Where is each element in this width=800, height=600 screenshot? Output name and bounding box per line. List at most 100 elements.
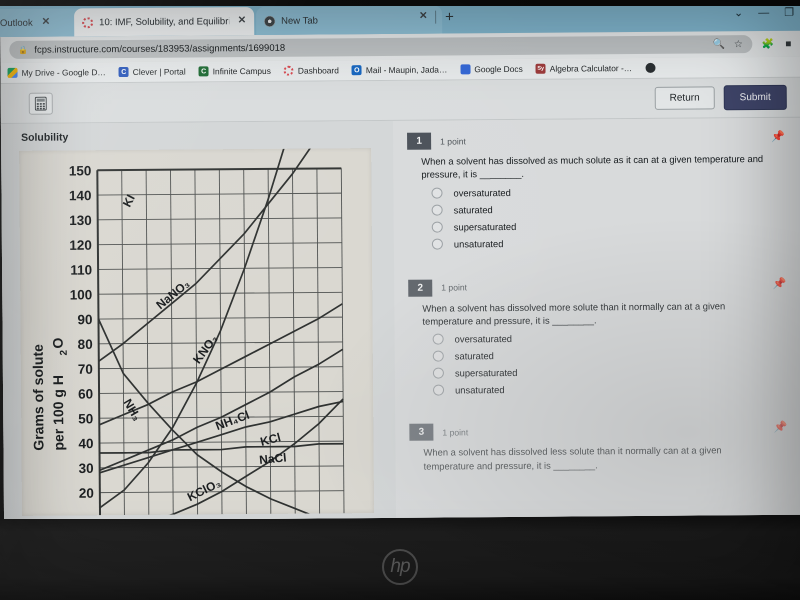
bookmark-my-drive[interactable]: My Drive - Google D… xyxy=(7,67,106,78)
bookmark-label: Infinite Campus xyxy=(212,65,271,77)
svg-text:70: 70 xyxy=(78,362,93,377)
question-header: 3 1 point 📌 xyxy=(409,421,789,442)
bookmark-infinite-campus[interactable]: C Infinite Campus xyxy=(198,65,271,77)
chart-grid xyxy=(96,167,345,516)
tab-canvas-quiz[interactable]: 10: IMF, Solubility, and Equilibriu ✕ xyxy=(74,7,255,37)
svg-text:110: 110 xyxy=(70,262,92,277)
svg-text:20: 20 xyxy=(79,486,94,501)
radio-button[interactable] xyxy=(432,350,444,362)
question-2: 2 1 point 📌 When a solvent has dissolved… xyxy=(408,271,789,413)
bookmark-google-docs[interactable]: Google Docs xyxy=(460,63,523,75)
stimulus-title: Solubility xyxy=(0,120,394,150)
question-1: 1 1 point 📌 When a solvent has dissolved… xyxy=(407,124,788,266)
bookmark-label: Google Docs xyxy=(474,63,523,75)
question-number: 3 xyxy=(409,423,434,442)
tab-close-icon[interactable]: ✕ xyxy=(419,11,427,22)
question-text: When a solvent has dissolved less solute… xyxy=(423,444,722,472)
bookmark-label: Clever | Portal xyxy=(132,66,186,77)
profile-icon[interactable]: ■ xyxy=(785,38,791,49)
url-text: fcps.instructure.com/courses/183953/assi… xyxy=(34,42,286,56)
option-label: oversaturated xyxy=(453,186,511,199)
solubility-chart: 150 140 130 120 110 100 90 80 70 60 50 4… xyxy=(19,148,375,516)
radio-button[interactable] xyxy=(431,187,443,199)
option-row[interactable]: supersaturated xyxy=(432,365,789,379)
svg-text:per 100 g H: per 100 g H xyxy=(50,375,67,451)
solubility-chart-svg: 150 140 130 120 110 100 90 80 70 60 50 4… xyxy=(30,148,345,516)
svg-text:100: 100 xyxy=(70,287,93,302)
option-row[interactable]: supersaturated xyxy=(431,219,788,233)
pin-icon[interactable]: 📌 xyxy=(771,130,785,143)
bookmark-other[interactable] xyxy=(645,62,656,73)
label-NaCl: NaCl xyxy=(259,450,288,467)
outlook-mail-icon: O xyxy=(351,65,362,76)
search-icon[interactable]: 🔍 xyxy=(712,39,725,50)
bookmark-dashboard[interactable]: Dashboard xyxy=(283,65,339,76)
question-number: 2 xyxy=(408,279,433,297)
svg-text:O: O xyxy=(50,337,66,348)
question-text: When a solvent has dissolved more solute… xyxy=(422,300,726,327)
question-number: 1 xyxy=(407,132,432,150)
label-NaNO3: NaNO₃ xyxy=(153,277,192,313)
label-KNO3: KNO₃ xyxy=(190,332,220,366)
radio-button[interactable] xyxy=(431,204,443,216)
screen-bezel-top xyxy=(0,0,800,6)
bookmark-algebra-calculator[interactable]: Sy Algebra Calculator -… xyxy=(535,63,632,74)
laptop-screen-photo: - Outlook ✕ 10: IMF, Solubility, and Equ… xyxy=(0,0,800,600)
chrome-toolbar-icons: 🧩 ■ xyxy=(752,38,792,49)
address-bar[interactable]: 🔒 fcps.instructure.com/courses/183953/as… xyxy=(9,35,752,59)
radio-button[interactable] xyxy=(432,333,444,345)
tab-close-icon[interactable]: ✕ xyxy=(42,17,50,28)
google-drive-icon xyxy=(7,67,18,78)
svg-text:90: 90 xyxy=(77,312,92,327)
option-row[interactable]: unsaturated xyxy=(433,382,789,396)
hp-logo: hp xyxy=(382,549,418,585)
tab-title: New Tab xyxy=(281,15,318,27)
option-row[interactable]: saturated xyxy=(431,202,788,216)
restore-icon[interactable]: ❐ xyxy=(784,6,794,19)
lock-icon: 🔒 xyxy=(18,45,29,55)
bookmark-clever[interactable]: C Clever | Portal xyxy=(118,66,186,78)
submit-button[interactable]: Submit xyxy=(723,84,787,111)
quiz-toolbar: Return Submit xyxy=(0,77,800,124)
omnibox-actions: 🔍 ☆ xyxy=(712,39,743,50)
calculator-glyph xyxy=(34,96,47,111)
bookmark-mail[interactable]: O Mail - Maupin, Jada… xyxy=(351,64,447,76)
new-tab-button[interactable]: + xyxy=(445,8,454,25)
option-label: saturated xyxy=(453,203,493,216)
radio-button[interactable] xyxy=(431,221,443,233)
tab-close-icon[interactable]: ✕ xyxy=(238,15,246,26)
infinite-campus-icon: C xyxy=(198,66,209,77)
calculator-icon[interactable] xyxy=(28,92,53,115)
pin-icon[interactable]: 📌 xyxy=(772,277,786,290)
svg-text:40: 40 xyxy=(78,436,93,451)
question-points: 1 point xyxy=(441,282,468,293)
pin-icon[interactable]: 📌 xyxy=(774,421,788,434)
tab-new-tab[interactable]: New Tab xyxy=(256,5,443,35)
radio-button[interactable] xyxy=(431,238,443,250)
canvas-dashboard-icon xyxy=(283,65,294,76)
option-row[interactable]: saturated xyxy=(432,348,789,362)
question-3: 3 1 point 📌 When a solvent has dissolved… xyxy=(409,415,790,489)
svg-text:50: 50 xyxy=(78,411,93,426)
radio-button[interactable] xyxy=(433,384,445,396)
tab-search-chevron-icon[interactable]: ⌄ xyxy=(734,6,743,19)
svg-text:130: 130 xyxy=(69,213,92,228)
option-row[interactable]: unsaturated xyxy=(431,236,788,250)
bookmark-label: My Drive - Google D… xyxy=(21,67,106,78)
minimize-icon[interactable]: — xyxy=(758,6,769,18)
option-row[interactable]: oversaturated xyxy=(432,331,789,345)
svg-text:150: 150 xyxy=(69,163,92,178)
return-button[interactable]: Return xyxy=(654,86,715,110)
tab-divider xyxy=(435,10,437,24)
extensions-puzzle-icon[interactable]: 🧩 xyxy=(762,38,775,49)
bookmark-star-icon[interactable]: ☆ xyxy=(734,39,743,50)
clever-icon: C xyxy=(118,66,129,78)
symbolab-icon: Sy xyxy=(535,63,546,74)
window-controls: ⌄ — ❐ xyxy=(734,6,794,19)
question-header: 1 1 point 📌 xyxy=(407,130,787,150)
question-text: When a solvent has dissolved as much sol… xyxy=(421,153,764,181)
option-label: oversaturated xyxy=(454,333,513,345)
radio-button[interactable] xyxy=(432,367,444,379)
option-row[interactable]: oversaturated xyxy=(431,185,787,199)
y-axis-tick-labels: 150 140 130 120 110 100 90 80 70 60 50 4… xyxy=(69,163,94,501)
